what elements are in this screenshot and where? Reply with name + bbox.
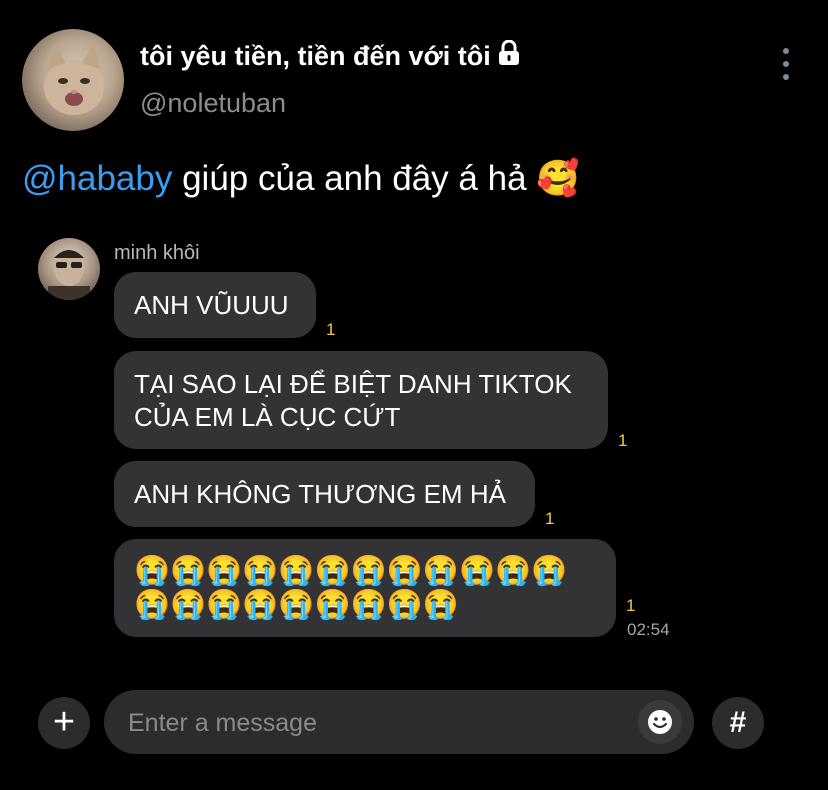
display-name-text: tôi yêu tiền, tiền đến với tôi [140, 41, 491, 71]
message-bubble: 😭😭😭😭😭😭😭😭😭😭😭😭 😭😭😭😭😭😭😭😭😭 [114, 539, 616, 637]
hash-icon: # [729, 706, 747, 739]
username: @noletuban [140, 88, 287, 118]
lock-icon [497, 39, 521, 73]
read-indicator: 1 [326, 320, 336, 339]
message-bubble: ANH KHÔNG THƯƠNG EM HẢ [114, 461, 535, 527]
message-text-line: CỦA EM LÀ CỤC CỨT [134, 402, 401, 432]
read-indicator: 1 [618, 431, 628, 450]
more-vertical-icon [783, 48, 789, 54]
message-bubble: ANH VŨUUU [114, 272, 316, 338]
add-attachment-button[interactable]: + [38, 697, 90, 749]
hashtag-button[interactable]: # [712, 697, 764, 749]
message-timestamp: 02:54 [627, 620, 670, 639]
smiley-icon [648, 710, 672, 734]
message-text: ANH KHÔNG THƯƠNG EM HẢ [134, 479, 506, 509]
post-text: @hababy giúp của anh đây á hả 🥰 [22, 158, 580, 199]
cat-avatar-image [44, 43, 104, 115]
post-body: giúp của anh đây á hả [172, 159, 537, 198]
message-composer [104, 690, 694, 754]
emoji-picker-button[interactable] [638, 700, 682, 744]
read-indicator: 1 [545, 509, 555, 528]
crying-emoji-row: 😭😭😭😭😭😭😭😭😭 [134, 589, 459, 621]
person-avatar-image [48, 250, 90, 300]
chat-sender-avatar [38, 238, 100, 300]
mention-link[interactable]: @hababy [22, 159, 172, 198]
crying-emoji-row: 😭😭😭😭😭😭😭😭😭😭😭😭 [134, 555, 568, 587]
message-input[interactable] [126, 704, 610, 742]
smiling-face-hearts-emoji: 🥰 [536, 159, 580, 198]
message-bubble: TẠI SAO LẠI ĐỂ BIỆT DANH TIKTOK CỦA EM L… [114, 351, 608, 449]
display-name: tôi yêu tiền, tiền đến với tôi [140, 39, 521, 73]
plus-icon: + [52, 701, 76, 743]
message-text: ANH VŨUUU [134, 290, 289, 320]
more-options-button[interactable] [775, 48, 797, 80]
message-text-line: TẠI SAO LẠI ĐỂ BIỆT DANH TIKTOK [134, 369, 572, 399]
read-indicator: 1 [626, 596, 636, 615]
profile-avatar[interactable] [22, 29, 124, 131]
sender-name: minh khôi [114, 242, 200, 264]
